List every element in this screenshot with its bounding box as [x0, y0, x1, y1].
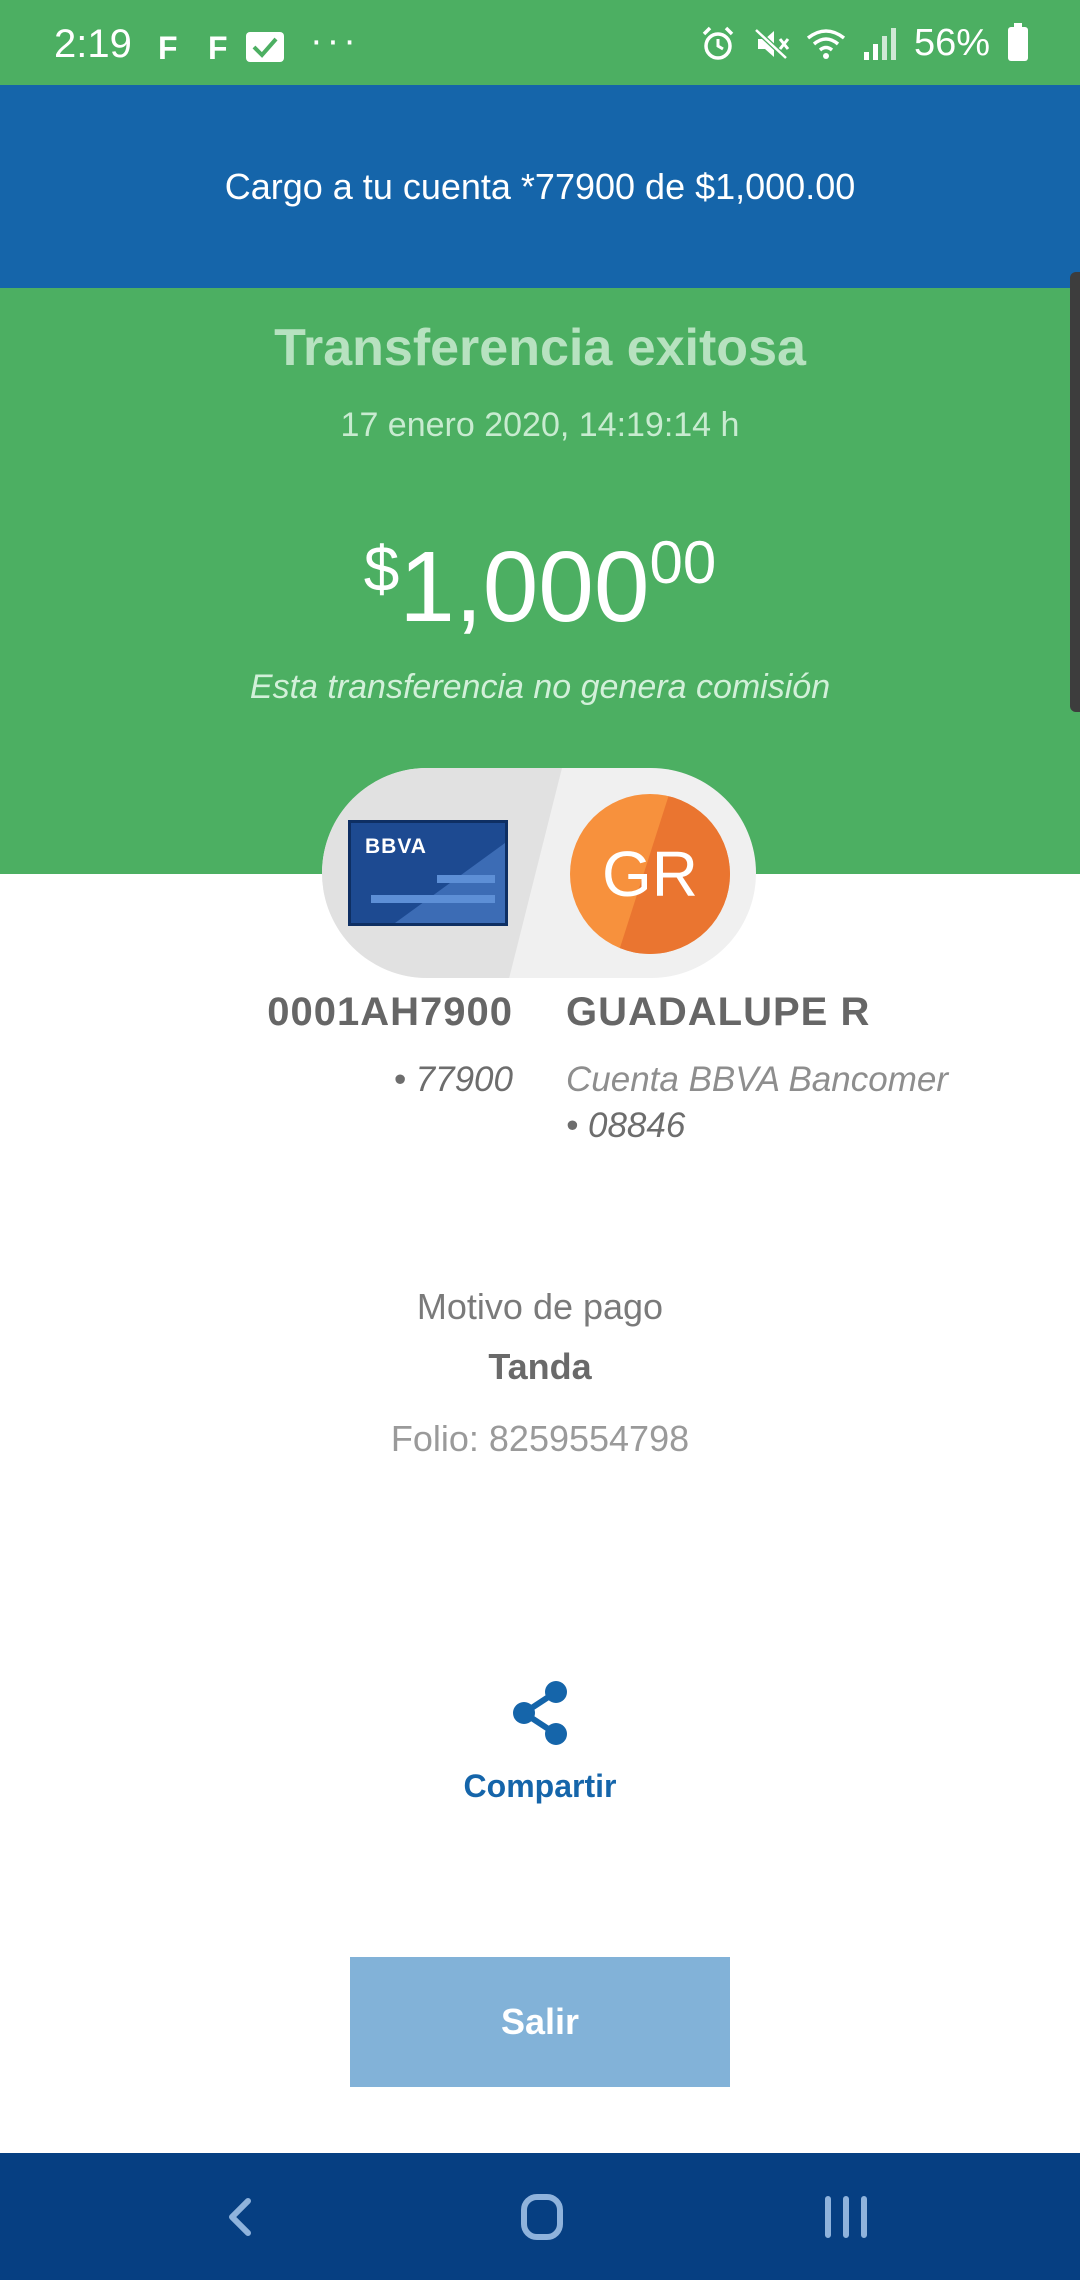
- scrollbar[interactable]: [1070, 272, 1080, 712]
- payment-reason-label: Motivo de pago: [416, 1286, 664, 1327]
- signal-icon: [860, 24, 900, 64]
- card-logo: BBVA: [365, 835, 427, 858]
- wifi-icon: [806, 24, 846, 64]
- alarm-icon: [698, 24, 738, 64]
- charge-text: Cargo a tu cuenta *77900 de $1,000.00: [224, 165, 856, 207]
- transfer-status-title: Transferencia exitosa: [274, 319, 806, 377]
- facebook-notification-icon: F: [158, 30, 178, 66]
- status-bar: 2:19 F F ··· 56%: [0, 0, 1080, 85]
- battery-icon: [1008, 22, 1028, 61]
- recipient-account: • 08846: [566, 1106, 686, 1145]
- recent-apps-icon[interactable]: [806, 2181, 886, 2253]
- sender-card-area: BBVA: [322, 768, 562, 978]
- amount-currency-sign: $: [363, 533, 400, 605]
- more-notifications-icon: ···: [310, 20, 360, 62]
- amount-integer: 1,000: [399, 531, 650, 643]
- status-time: 2:19: [54, 22, 132, 66]
- recipient-bank: Cuenta BBVA Bancomer: [566, 1060, 948, 1099]
- facebook-notification-icon-2: F: [208, 30, 228, 66]
- transfer-parties-pill: BBVA GR: [322, 768, 756, 978]
- recipient-avatar: GR: [570, 794, 730, 954]
- recipient-info: GUADALUPE R Cuenta BBVA Bancomer • 08846: [566, 990, 1026, 1149]
- status-indicators: 56%: [698, 22, 1028, 65]
- back-icon[interactable]: [202, 2181, 282, 2253]
- recipient-initials: GR: [602, 838, 698, 910]
- share-icon: [513, 1681, 567, 1745]
- exit-button[interactable]: Salir: [350, 1957, 730, 2087]
- checkbox-notification-icon: [246, 32, 284, 62]
- sender-name: 0001AH7900: [267, 990, 513, 1034]
- commission-note: Esta transferencia no genera comisión: [249, 668, 831, 706]
- transfer-amount: $1,00000: [0, 528, 1080, 645]
- system-nav-bar: [0, 2153, 1080, 2280]
- battery-percent: 56%: [913, 22, 990, 64]
- share-button[interactable]: Compartir: [440, 1676, 640, 1826]
- sender-info: 0001AH7900 • 77900: [267, 990, 513, 1103]
- bank-card-icon: BBVA: [348, 820, 508, 926]
- transfer-datetime: 17 enero 2020, 14:19:14 h: [340, 406, 740, 444]
- recipient-name: GUADALUPE R: [566, 990, 871, 1034]
- folio-number: Folio: 8259554798: [390, 1418, 690, 1459]
- payment-reason-value: Tanda: [488, 1346, 592, 1387]
- mute-icon: [752, 24, 792, 64]
- amount-cents: 00: [649, 529, 717, 596]
- charge-banner: Cargo a tu cuenta *77900 de $1,000.00: [0, 85, 1080, 288]
- sender-account: • 77900: [393, 1060, 513, 1099]
- home-icon[interactable]: [502, 2181, 582, 2253]
- share-label: Compartir: [463, 1768, 617, 1804]
